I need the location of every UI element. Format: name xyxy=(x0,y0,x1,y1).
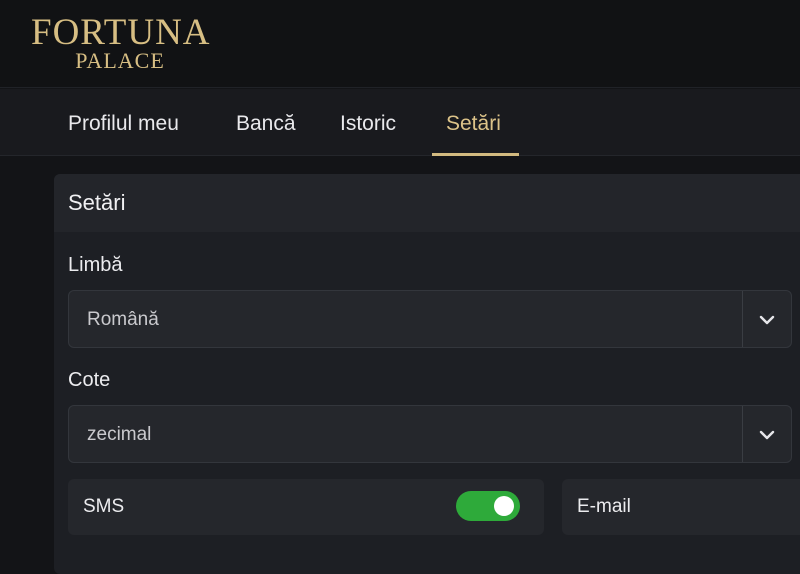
select-divider xyxy=(742,291,743,347)
select-divider xyxy=(742,406,743,462)
tab-bank[interactable]: Bancă xyxy=(236,89,296,156)
language-select-value: Română xyxy=(87,309,159,330)
active-tab-indicator xyxy=(432,153,519,156)
brand-logo[interactable]: FORTUNA PALACE xyxy=(31,12,211,76)
email-label: E-mail xyxy=(577,496,631,517)
tab-profile[interactable]: Profilul meu xyxy=(68,89,179,156)
tab-settings[interactable]: Setări xyxy=(446,89,501,156)
brand-name-sub: PALACE xyxy=(75,48,165,73)
sms-label: SMS xyxy=(83,496,125,517)
sms-setting: SMS xyxy=(68,479,544,535)
settings-title: Setări xyxy=(68,190,126,215)
tab-history[interactable]: Istoric xyxy=(340,89,396,156)
toggle-knob xyxy=(494,496,514,516)
settings-panel-header xyxy=(54,174,800,232)
language-label: Limbă xyxy=(68,254,123,276)
odds-select-value: zecimal xyxy=(87,424,152,445)
chevron-down-icon[interactable] xyxy=(757,310,777,330)
brand-name-main: FORTUNA xyxy=(31,12,211,53)
sms-toggle[interactable] xyxy=(456,491,520,521)
language-select[interactable]: Română xyxy=(68,290,792,348)
top-header: FORTUNA PALACE xyxy=(0,0,800,88)
odds-label: Cote xyxy=(68,369,111,391)
email-setting: E-mail xyxy=(562,479,800,535)
chevron-down-icon[interactable] xyxy=(757,425,777,445)
account-nav: Profilul meu Bancă Istoric Setări xyxy=(0,89,800,156)
odds-select[interactable]: zecimal xyxy=(68,405,792,463)
